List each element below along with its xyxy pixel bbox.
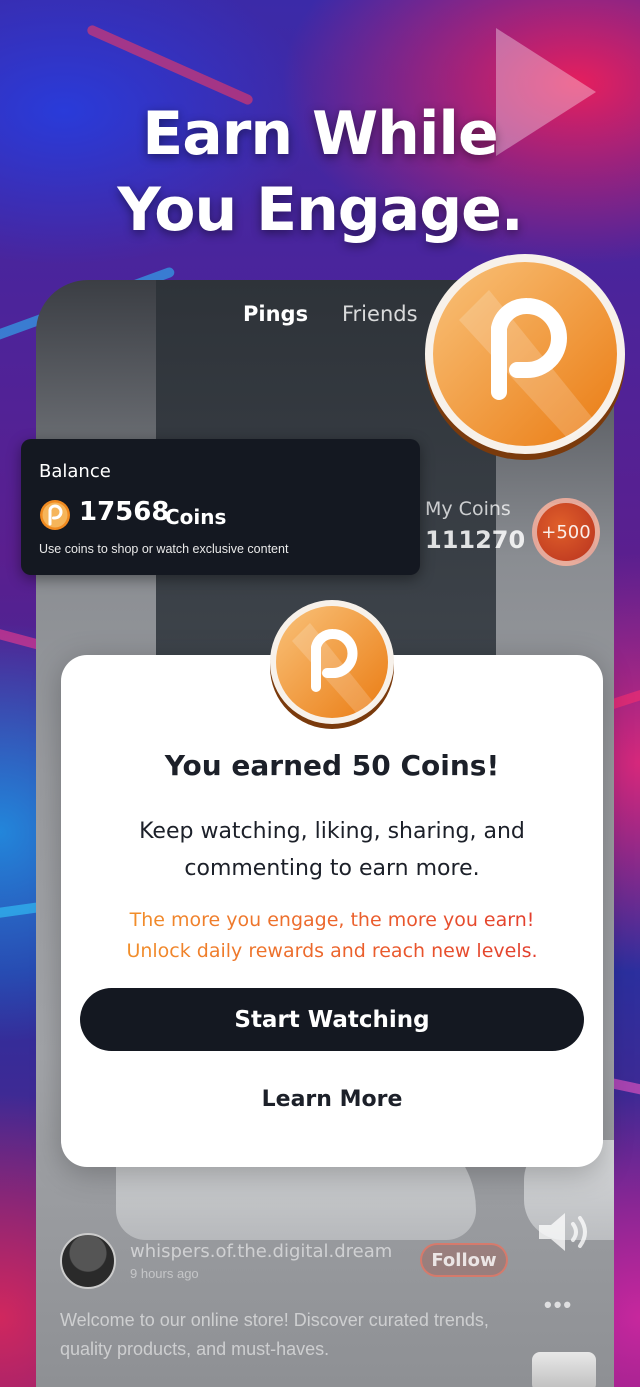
post-author: whispers.of.the.digital.dream 9 hours ag… bbox=[60, 1233, 392, 1289]
post-time: 9 hours ago bbox=[130, 1266, 199, 1281]
balance-unit: Coins bbox=[165, 505, 227, 529]
product-thumbnail[interactable] bbox=[532, 1352, 596, 1387]
modal-promo-line-1: The more you engage, the more you earn! bbox=[129, 909, 535, 931]
coin-logo-icon bbox=[270, 600, 394, 729]
speaker-icon[interactable] bbox=[535, 1208, 595, 1256]
balance-label: Balance bbox=[39, 461, 111, 482]
post-username[interactable]: whispers.of.the.digital.dream bbox=[130, 1241, 392, 1262]
reward-modal: You earned 50 Coins! Keep watching, liki… bbox=[61, 655, 603, 1167]
tab-friends[interactable]: Friends bbox=[342, 302, 418, 326]
learn-more-button[interactable]: Learn More bbox=[211, 1075, 453, 1123]
reward-badge[interactable]: +500 bbox=[532, 498, 600, 566]
headline-line-1: Earn While bbox=[142, 99, 498, 169]
avatar[interactable] bbox=[60, 1233, 116, 1289]
modal-title: You earned 50 Coins! bbox=[164, 749, 500, 782]
balance-note: Use coins to shop or watch exclusive con… bbox=[39, 542, 289, 556]
start-watching-button[interactable]: Start Watching bbox=[80, 988, 584, 1051]
modal-promo: The more you engage, the more you earn! … bbox=[71, 905, 593, 967]
modal-body-line-2: commenting to earn more. bbox=[184, 856, 480, 881]
coin-logo-icon bbox=[425, 254, 625, 460]
balance-card: Balance 17568 Coins Use coins to shop or… bbox=[21, 439, 420, 575]
modal-body-line-1: Keep watching, liking, sharing, and bbox=[139, 819, 525, 844]
background-streak bbox=[85, 23, 255, 107]
my-coins-value: 111270 bbox=[425, 526, 526, 554]
tab-pings[interactable]: Pings bbox=[243, 302, 308, 326]
follow-button[interactable]: Follow bbox=[420, 1243, 508, 1277]
modal-promo-line-2: Unlock daily rewards and reach new level… bbox=[126, 940, 538, 962]
modal-body: Keep watching, liking, sharing, and comm… bbox=[81, 813, 583, 887]
more-dots-icon[interactable]: ••• bbox=[544, 1292, 573, 1318]
my-coins-label: My Coins bbox=[425, 498, 511, 520]
headline: Earn While You Engage. bbox=[0, 96, 640, 248]
headline-line-2: You Engage. bbox=[117, 175, 523, 245]
coin-logo-icon bbox=[40, 500, 70, 530]
post-caption: Welcome to our online store! Discover cu… bbox=[60, 1310, 489, 1359]
balance-amount: 17568 bbox=[79, 497, 170, 527]
